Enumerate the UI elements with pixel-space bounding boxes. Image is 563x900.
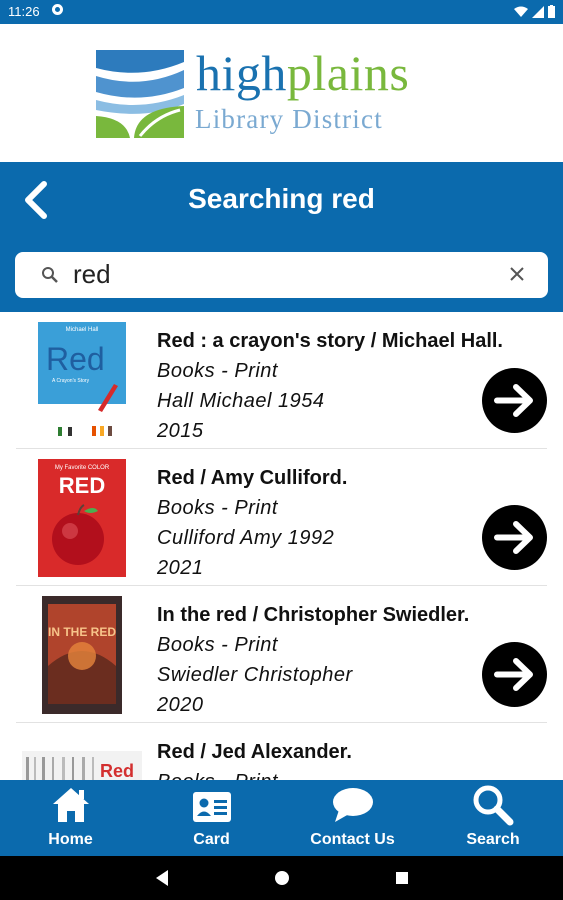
result-title: Red / Amy Culliford. [157, 467, 348, 489]
cover-author: Michael Hall [66, 327, 99, 333]
result-year: 2020 [157, 694, 204, 716]
result-format: Books - Print [157, 634, 278, 656]
logo-subtitle: Library District [195, 104, 383, 134]
cover-title: Red [46, 341, 105, 377]
book-cover: IN THE RED [42, 596, 122, 714]
bottom-nav: Home Card Contact Us Search [0, 780, 563, 856]
nav-search-label: Search [466, 831, 520, 848]
result-format: Books - Print [157, 767, 352, 780]
cover-title: RED [59, 473, 105, 498]
result-title: Red : a crayon's story / Michael Hall. [157, 330, 503, 352]
cover-series: My Favorite COLOR [55, 465, 110, 471]
home-circle-icon[interactable] [272, 868, 292, 888]
open-details-arrow-icon[interactable] [482, 368, 547, 433]
result-year: 2015 [157, 420, 204, 442]
back-triangle-icon[interactable] [152, 868, 170, 888]
result-info: In the red / Christopher Swiedler. Books… [157, 600, 469, 720]
search-icon [473, 785, 514, 826]
result-item[interactable]: My Favorite COLOR RED Red / Amy Cullifor… [0, 449, 563, 586]
result-item[interactable]: Michael Hall Red A Crayon's Story Red : … [0, 312, 563, 449]
open-details-arrow-icon[interactable] [482, 642, 547, 707]
search-bar [15, 252, 548, 298]
page-title: Searching red [188, 183, 375, 214]
signal-icon [532, 5, 544, 18]
search-icon [42, 267, 58, 283]
cover-title: Red [100, 761, 134, 780]
battery-icon [548, 5, 555, 18]
result-info: Red / Jed Alexander. Books - Print [157, 737, 352, 780]
result-author: Culliford Amy 1992 [157, 527, 335, 549]
logo-wordmark: highplains [196, 46, 409, 100]
result-item[interactable]: Red Red / Jed Alexander. Books - Print [0, 723, 563, 780]
wifi-icon [514, 6, 528, 17]
result-title: Red / Jed Alexander. [157, 741, 352, 763]
status-time: 11:26 [8, 4, 40, 19]
logo-word-plains: plains [286, 45, 410, 101]
nav-search[interactable]: Search [423, 780, 563, 856]
result-author: Hall Michael 1954 [157, 390, 325, 412]
result-format: Books - Print [157, 497, 278, 519]
book-cover: Michael Hall Red A Crayon's Story [38, 322, 126, 440]
nav-home[interactable]: Home [0, 780, 141, 856]
cover-subtitle: A Crayon's Story [52, 378, 90, 384]
result-format: Books - Print [157, 360, 278, 382]
logo-word-high: high [196, 45, 287, 101]
search-input[interactable] [73, 256, 493, 292]
result-info: Red / Amy Culliford. Books - Print Culli… [157, 463, 347, 583]
status-bar: 11:26 [0, 0, 563, 24]
search-header: Searching red [0, 162, 563, 312]
logo-mark-icon [96, 50, 184, 138]
home-icon [52, 788, 89, 822]
results-list: Michael Hall Red A Crayon's Story Red : … [0, 312, 563, 780]
nav-card-label: Card [193, 831, 230, 848]
nav-card[interactable]: Card [141, 780, 282, 856]
result-author: Swiedler Christopher [157, 664, 353, 686]
book-cover: My Favorite COLOR RED [38, 459, 126, 577]
result-title: In the red / Christopher Swiedler. [157, 604, 470, 626]
system-nav-bar [0, 856, 563, 900]
open-details-arrow-icon[interactable] [482, 505, 547, 570]
nav-home-label: Home [48, 831, 93, 848]
chat-bubble-icon [332, 788, 373, 822]
system-icons [514, 5, 555, 18]
settings-gear-icon [52, 4, 63, 15]
clear-icon[interactable] [508, 265, 526, 283]
library-logo: highplains Library District [0, 24, 563, 162]
result-item[interactable]: IN THE RED In the red / Christopher Swie… [0, 586, 563, 723]
nav-contact[interactable]: Contact Us [282, 780, 423, 856]
recents-square-icon[interactable] [392, 868, 412, 888]
result-info: Red : a crayon's story / Michael Hall. B… [157, 326, 503, 446]
nav-contact-label: Contact Us [310, 831, 395, 848]
result-year: 2021 [157, 557, 204, 579]
cover-title: IN THE RED [48, 625, 116, 639]
book-cover: Red [22, 751, 142, 780]
card-icon [192, 792, 231, 822]
